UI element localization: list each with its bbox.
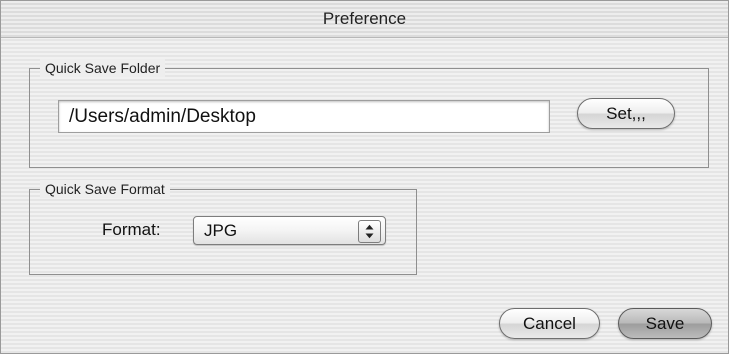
quick-save-format-legend: Quick Save Format — [40, 180, 170, 198]
preference-window: Preference Quick Save Folder /Users/admi… — [0, 0, 729, 354]
format-select-value: JPG — [204, 221, 238, 240]
format-label: Format: — [102, 220, 161, 239]
window-title-bar: Preference — [1, 1, 728, 38]
window-title: Preference — [322, 9, 407, 28]
up-down-arrows-glyph — [365, 224, 374, 239]
format-select[interactable]: JPG — [193, 216, 386, 245]
up-down-arrows-icon — [358, 220, 381, 243]
cancel-button[interactable]: Cancel — [499, 308, 600, 339]
save-folder-path-field[interactable]: /Users/admin/Desktop — [58, 100, 550, 133]
set-folder-button[interactable]: Set,,, — [577, 98, 675, 129]
save-button[interactable]: Save — [618, 308, 712, 339]
quick-save-folder-legend: Quick Save Folder — [40, 59, 166, 77]
